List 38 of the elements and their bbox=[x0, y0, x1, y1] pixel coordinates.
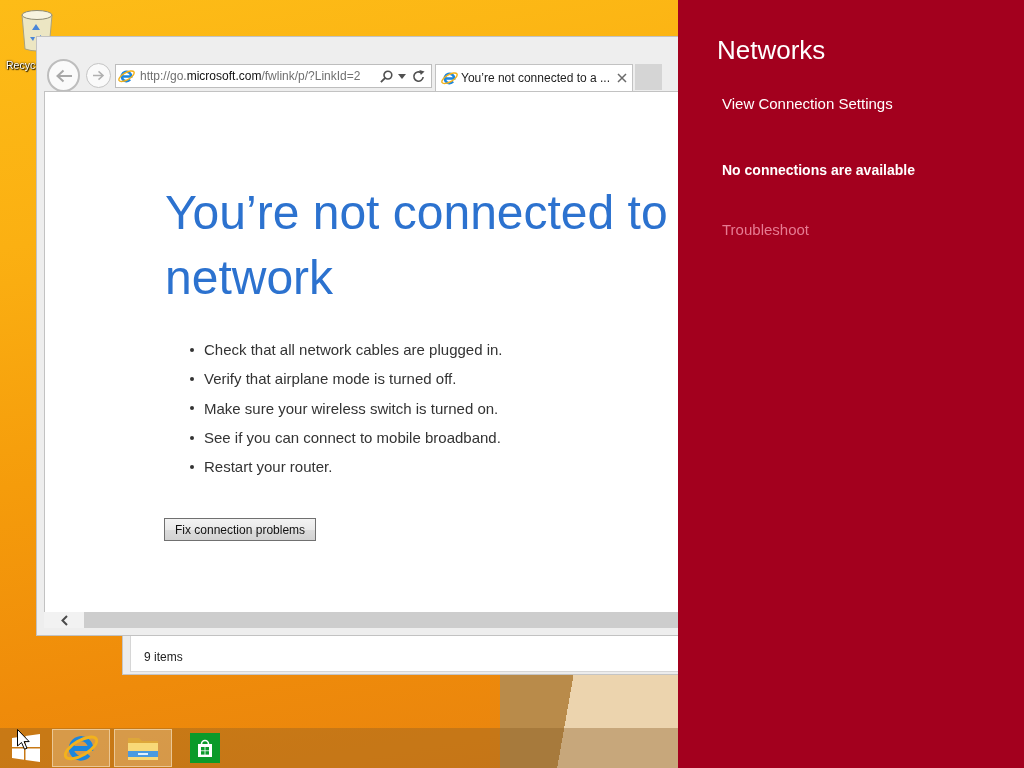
taskbar-button[interactable] bbox=[52, 729, 110, 767]
tip-text: See if you can connect to mobile broadband. bbox=[204, 429, 501, 447]
bullet-icon bbox=[190, 376, 194, 381]
tip-text: Check that all network cables are plugged in. bbox=[204, 341, 503, 359]
e-logo-icon bbox=[118, 69, 135, 83]
dropdown-caret-icon[interactable] bbox=[398, 73, 406, 79]
bullet-icon bbox=[190, 406, 194, 411]
back-button[interactable] bbox=[47, 59, 80, 92]
browser-tab[interactable]: You’re not connected to a ... bbox=[435, 64, 633, 91]
arrow-left-icon bbox=[54, 68, 73, 83]
address-field[interactable]: http://go.microsoft.com/fwlink/p/?LinkId=2 bbox=[140, 69, 380, 83]
search-icon[interactable] bbox=[380, 69, 393, 83]
panel-title: Networks bbox=[717, 34, 826, 67]
forward-button[interactable] bbox=[86, 63, 111, 88]
folder-icon bbox=[127, 735, 159, 761]
close-icon[interactable] bbox=[617, 73, 627, 83]
fix-connection-button[interactable]: Fix connection problems bbox=[164, 518, 317, 542]
bullet-icon bbox=[190, 435, 194, 440]
address-bar[interactable]: http://go.microsoft.com/fwlink/p/?LinkId=2 bbox=[115, 64, 432, 88]
e-logo-icon bbox=[64, 734, 98, 762]
bullet-icon bbox=[190, 464, 194, 469]
taskbar-button[interactable] bbox=[114, 729, 172, 767]
shopping-bag-icon bbox=[190, 733, 220, 763]
tip-text: Make sure your wireless switch is turned on. bbox=[204, 399, 499, 417]
connection-settings-link[interactable]: View Connection Settings bbox=[722, 94, 893, 114]
scroll-left-button[interactable] bbox=[44, 612, 84, 628]
horizontal-scrollbar[interactable] bbox=[44, 612, 678, 628]
status-text: 9 items bbox=[144, 650, 183, 664]
desktop-icon-label: Recyc bbox=[6, 59, 36, 72]
arrow-right-icon bbox=[92, 70, 105, 81]
e-logo-icon bbox=[441, 71, 458, 85]
bullet-icon bbox=[190, 347, 194, 352]
connection-status-text: No connections are available bbox=[722, 161, 915, 180]
page-heading: You’re not connected to network bbox=[165, 185, 669, 306]
chevron-left-icon bbox=[60, 614, 68, 626]
refresh-icon[interactable] bbox=[412, 69, 425, 83]
tip-text: Restart your router. bbox=[204, 458, 333, 476]
tip-text: Verify that airplane mode is turned off. bbox=[204, 370, 457, 388]
